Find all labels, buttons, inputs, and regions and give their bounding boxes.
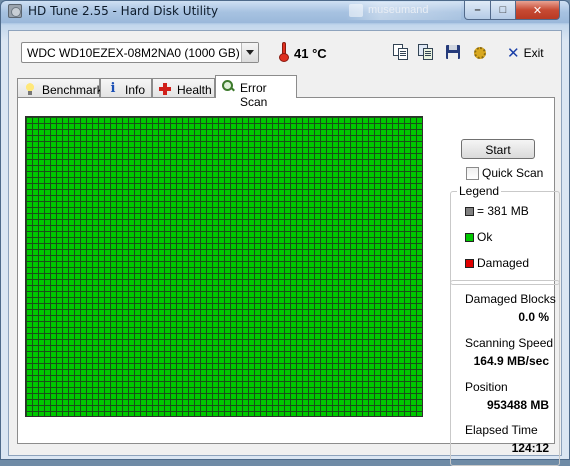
- main-client-area: WDC WD10EZEX-08M2NA0 (1000 GB) 41 °C ✕ E…: [8, 30, 562, 466]
- magnifier-icon: [222, 80, 234, 92]
- temperature-readout: 41 °C: [294, 46, 327, 61]
- damaged-swatch: [465, 258, 474, 268]
- exit-label: Exit: [523, 46, 544, 60]
- elapsed-time-value: 124:12: [511, 441, 549, 455]
- maximize-button[interactable]: □: [490, 1, 516, 20]
- legend-damaged: Damaged: [477, 256, 530, 270]
- scanning-speed-label: Scanning Speed: [465, 336, 554, 350]
- save-icon[interactable]: [444, 43, 462, 61]
- app-disk-icon[interactable]: [8, 4, 22, 18]
- background-window-title: museumand: [346, 2, 461, 20]
- legend-title: Legend: [457, 184, 502, 198]
- minimize-button[interactable]: –: [464, 1, 491, 20]
- tab-label: Health: [177, 83, 212, 97]
- tab-info[interactable]: i Info: [100, 78, 152, 98]
- tab-health[interactable]: Health: [152, 78, 215, 98]
- tab-label: Error Scan: [240, 81, 268, 109]
- health-cross-icon: [159, 83, 171, 95]
- ok-swatch: [465, 232, 474, 242]
- scanning-speed-value: 164.9 MB/sec: [473, 354, 549, 368]
- quick-scan-checkbox[interactable]: Quick Scan: [466, 166, 543, 180]
- drive-select[interactable]: WDC WD10EZEX-08M2NA0 (1000 GB): [21, 42, 259, 63]
- chevron-down-icon[interactable]: [241, 43, 258, 62]
- legend-row-block: = 381 MB: [465, 204, 529, 218]
- options-icon[interactable]: [471, 43, 489, 61]
- tab-label: Benchmark: [42, 83, 103, 97]
- position-label: Position: [465, 380, 508, 394]
- drive-select-value: WDC WD10EZEX-08M2NA0 (1000 GB): [27, 46, 240, 60]
- title-bar[interactable]: HD Tune 2.55 - Hard Disk Utility museuma…: [1, 1, 569, 23]
- error-scan-panel: Start Quick Scan Legend = 381 MB Ok Dama…: [17, 97, 560, 466]
- legend-row-damaged: Damaged: [465, 256, 529, 270]
- copy-screenshot-icon[interactable]: [417, 43, 435, 61]
- elapsed-time-label: Elapsed Time: [465, 423, 538, 437]
- exit-icon: ✕: [507, 44, 520, 62]
- tab-error-scan[interactable]: Error Scan: [215, 75, 297, 109]
- legend-block-size: = 381 MB: [477, 204, 529, 218]
- app-window: HD Tune 2.55 - Hard Disk Utility museuma…: [0, 0, 570, 466]
- bulb-icon: [24, 83, 36, 95]
- info-icon: i: [110, 81, 116, 96]
- damaged-blocks-value: 0.0 %: [518, 310, 549, 324]
- legend-ok: Ok: [477, 230, 493, 244]
- legend-group: Legend = 381 MB Ok Damaged: [450, 184, 560, 285]
- block-swatch: [465, 206, 474, 216]
- legend-row-ok: Ok: [465, 230, 492, 244]
- copy-text-icon[interactable]: [392, 43, 410, 61]
- exit-button[interactable]: ✕ Exit: [507, 44, 544, 62]
- thermometer-icon: [279, 42, 289, 62]
- checkbox-box[interactable]: [466, 166, 479, 180]
- quick-scan-label: Quick Scan: [482, 166, 544, 180]
- scan-block-map: [25, 116, 423, 417]
- start-button[interactable]: Start: [461, 139, 535, 159]
- damaged-blocks-label: Damaged Blocks: [465, 292, 556, 306]
- tab-label: Info: [125, 83, 146, 97]
- close-button[interactable]: ✕: [515, 1, 560, 20]
- window-title: HD Tune 2.55 - Hard Disk Utility: [28, 4, 219, 18]
- tab-benchmark[interactable]: Benchmark: [17, 78, 103, 98]
- position-value: 953488 MB: [486, 398, 549, 412]
- stats-group: Damaged Blocks 0.0 % Scanning Speed 164.…: [450, 280, 560, 466]
